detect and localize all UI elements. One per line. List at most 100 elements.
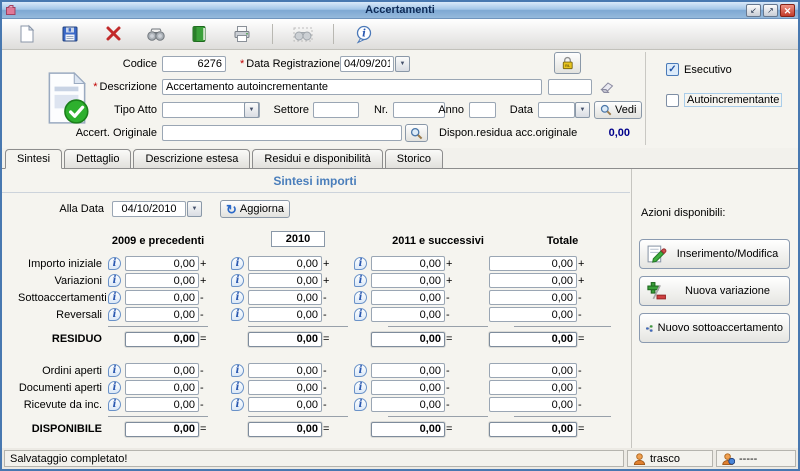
info-icon[interactable]: i: [231, 291, 244, 304]
amount-field[interactable]: [125, 397, 199, 412]
amount-field[interactable]: [489, 256, 577, 271]
info-icon[interactable]: i: [354, 308, 367, 321]
catalog-button[interactable]: [186, 21, 212, 47]
title-bar[interactable]: Accertamenti ↙ ↗ ✕: [2, 2, 798, 19]
amount-field[interactable]: [371, 290, 445, 305]
info-icon[interactable]: i: [354, 381, 367, 394]
total-field[interactable]: [371, 332, 445, 347]
amount-field[interactable]: [248, 307, 322, 322]
info-icon[interactable]: i: [231, 274, 244, 287]
amount-field[interactable]: [125, 380, 199, 395]
amount-field[interactable]: [489, 273, 577, 288]
info-icon[interactable]: i: [231, 398, 244, 411]
esecutivo-checkbox[interactable]: ✓: [666, 63, 679, 76]
amount-field[interactable]: [371, 256, 445, 271]
amount-field[interactable]: [489, 307, 577, 322]
tipo-atto-dropdown[interactable]: ▼: [244, 102, 259, 118]
descrizione-field[interactable]: [162, 79, 542, 95]
amount-field[interactable]: [371, 397, 445, 412]
total-field[interactable]: [248, 332, 322, 347]
amount-field[interactable]: [125, 256, 199, 271]
amount-field[interactable]: [248, 273, 322, 288]
info-icon[interactable]: i: [108, 364, 121, 377]
info-icon[interactable]: i: [231, 308, 244, 321]
data-dropdown[interactable]: ▼: [575, 102, 590, 118]
autoincrementante-checkbox[interactable]: [666, 94, 679, 107]
lock-button[interactable]: RIL: [554, 52, 581, 74]
nuovo-sottoaccertamento-button[interactable]: Nuovo sottoaccertamento: [639, 313, 790, 343]
amount-field[interactable]: [489, 397, 577, 412]
amount-field[interactable]: [489, 363, 577, 378]
info-icon[interactable]: i: [108, 274, 121, 287]
amount-field[interactable]: [125, 290, 199, 305]
info-button[interactable]: i: [351, 21, 377, 47]
search-button[interactable]: [143, 21, 169, 47]
data-field[interactable]: [538, 102, 575, 118]
accert-originale-field[interactable]: [162, 125, 402, 141]
total-field[interactable]: [489, 332, 577, 347]
new-document-button[interactable]: [14, 21, 40, 47]
delete-button[interactable]: [100, 21, 126, 47]
amount-field[interactable]: [248, 363, 322, 378]
data-registrazione-dropdown[interactable]: ▼: [395, 56, 410, 72]
info-icon[interactable]: i: [108, 291, 121, 304]
amount-field[interactable]: [371, 307, 445, 322]
search-disabled-button[interactable]: [290, 21, 316, 47]
data-label: Data: [501, 102, 533, 118]
data-registrazione-field[interactable]: [340, 56, 394, 72]
info-icon[interactable]: i: [354, 291, 367, 304]
total-field[interactable]: [125, 332, 199, 347]
nuova-variazione-button[interactable]: Nuova variazione: [639, 276, 790, 306]
total-field[interactable]: [371, 422, 445, 437]
total-field[interactable]: [125, 422, 199, 437]
info-icon[interactable]: i: [354, 274, 367, 287]
info-icon[interactable]: i: [231, 381, 244, 394]
accert-search-button[interactable]: [405, 124, 428, 142]
maximize-icon[interactable]: ↗: [763, 4, 778, 17]
amount-field[interactable]: [371, 363, 445, 378]
alla-data-field[interactable]: [112, 201, 186, 217]
info-icon[interactable]: i: [354, 257, 367, 270]
amount-field[interactable]: [371, 273, 445, 288]
total-field[interactable]: [248, 422, 322, 437]
inserimento-modifica-button[interactable]: Inserimento/Modifica: [639, 239, 790, 269]
tab-descrizione-estesa[interactable]: Descrizione estesa: [133, 149, 250, 169]
anno-field[interactable]: [469, 102, 496, 118]
tab-dettaglio[interactable]: Dettaglio: [64, 149, 131, 169]
tab-residui-disponibilita[interactable]: Residui e disponibilità: [252, 149, 382, 169]
settore-field[interactable]: [313, 102, 359, 118]
user-icon: [633, 452, 646, 466]
info-icon[interactable]: i: [108, 381, 121, 394]
aggiorna-button[interactable]: ↻ Aggiorna: [220, 200, 290, 218]
tab-sintesi[interactable]: Sintesi: [5, 149, 62, 169]
amount-field[interactable]: [371, 380, 445, 395]
info-icon[interactable]: i: [108, 308, 121, 321]
eraser-icon[interactable]: [599, 79, 615, 98]
amount-field[interactable]: [248, 380, 322, 395]
save-button[interactable]: [57, 21, 83, 47]
vedi-button[interactable]: Vedi: [594, 101, 642, 119]
amount-field[interactable]: [248, 397, 322, 412]
codice-field[interactable]: [162, 56, 226, 72]
amount-field[interactable]: [489, 380, 577, 395]
amount-field[interactable]: [248, 290, 322, 305]
info-icon[interactable]: i: [108, 257, 121, 270]
tab-storico[interactable]: Storico: [385, 149, 443, 169]
amount-field[interactable]: [489, 290, 577, 305]
info-icon[interactable]: i: [231, 257, 244, 270]
amount-field[interactable]: [125, 307, 199, 322]
descrizione-extra-field[interactable]: [548, 79, 592, 95]
window-title: Accertamenti: [2, 4, 798, 16]
minimize-icon[interactable]: ↙: [746, 4, 761, 17]
close-icon[interactable]: ✕: [780, 4, 795, 17]
amount-field[interactable]: [125, 273, 199, 288]
print-button[interactable]: [229, 21, 255, 47]
info-icon[interactable]: i: [354, 398, 367, 411]
info-icon[interactable]: i: [231, 364, 244, 377]
amount-field[interactable]: [248, 256, 322, 271]
total-field[interactable]: [489, 422, 577, 437]
amount-field[interactable]: [125, 363, 199, 378]
info-icon[interactable]: i: [354, 364, 367, 377]
alla-data-dropdown[interactable]: ▼: [187, 201, 202, 217]
info-icon[interactable]: i: [108, 398, 121, 411]
